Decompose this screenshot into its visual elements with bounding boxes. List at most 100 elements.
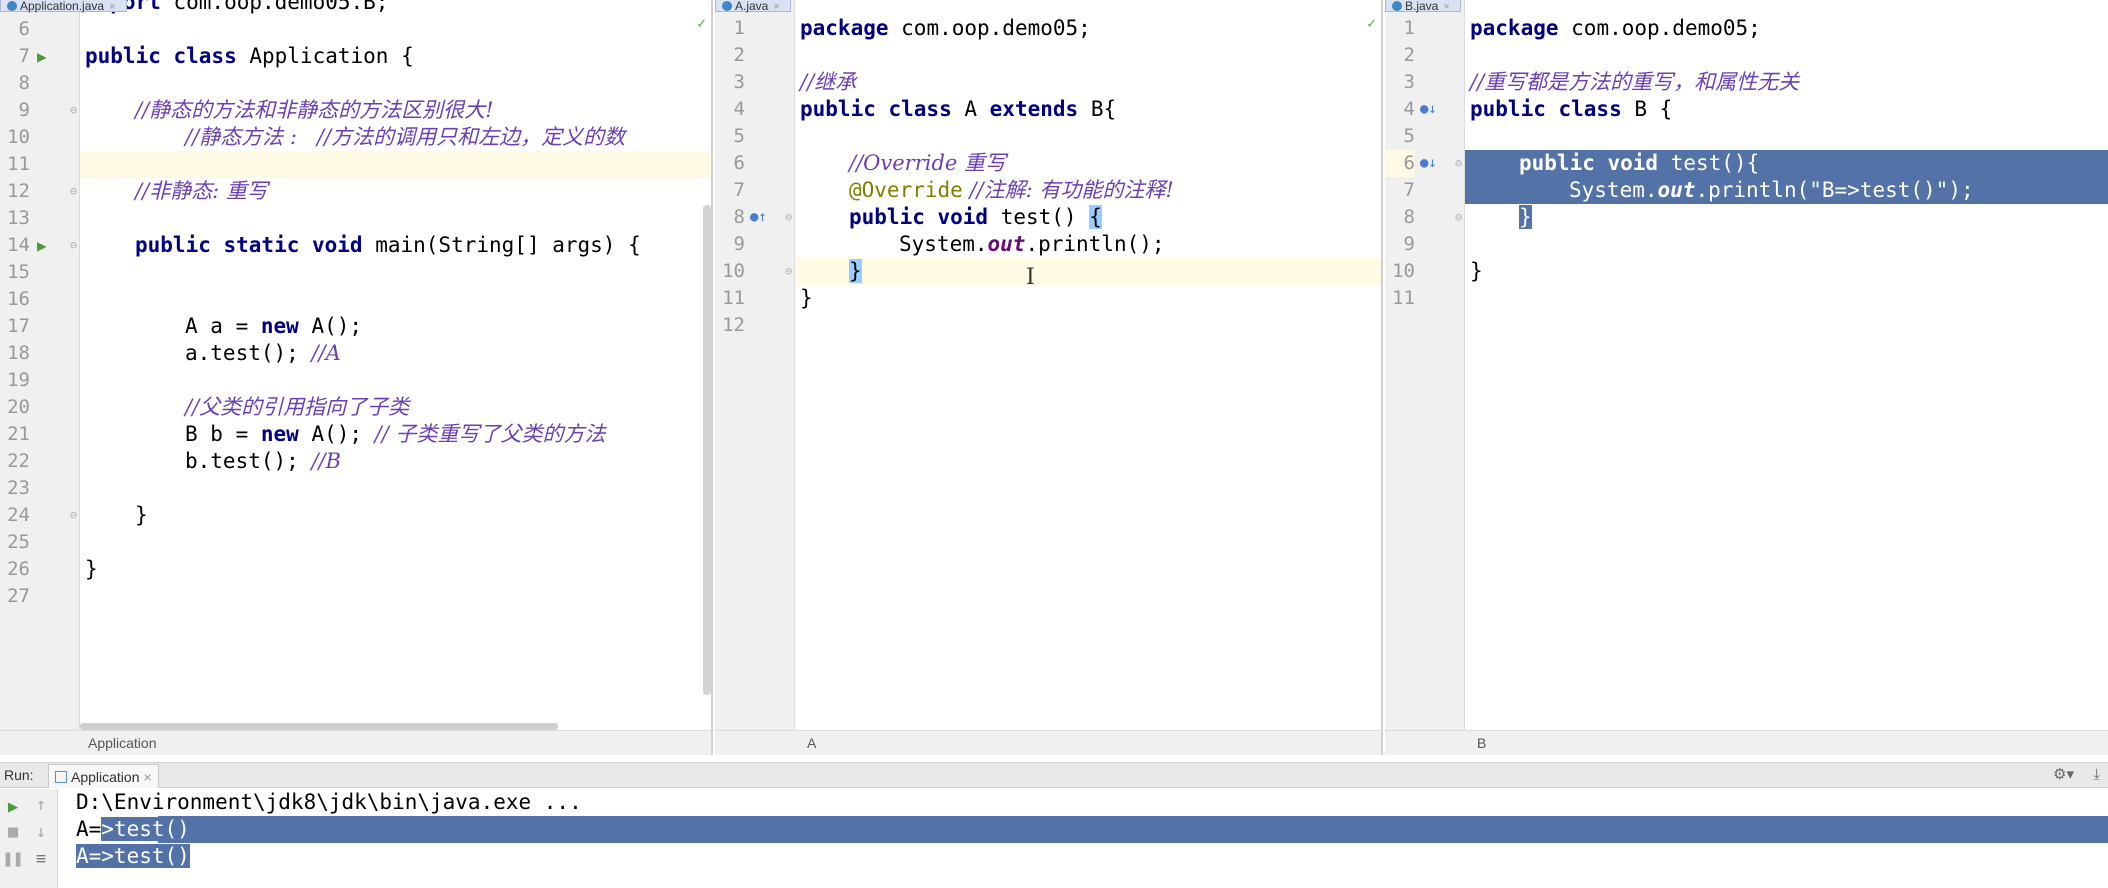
line-number: 2 xyxy=(1403,44,1415,66)
horizontal-scrollbar[interactable] xyxy=(80,723,558,730)
line-number: 4 xyxy=(1403,98,1415,120)
run-tab-application[interactable]: Application × xyxy=(48,764,159,788)
code-area[interactable]: import com.oop.demo05.B; public class Ap… xyxy=(80,0,711,732)
line-number: 18 xyxy=(7,342,30,364)
java-class-icon xyxy=(722,1,732,11)
line-number: 5 xyxy=(1403,125,1415,147)
fold-icon[interactable]: ⊖ xyxy=(70,178,77,205)
editor-a[interactable]: A.java × ✓ 1 2 3 4 5 6 7 8 9 10 11 12 ●↑ … xyxy=(715,0,1383,755)
line-number: 2 xyxy=(733,44,745,66)
code-area[interactable]: package com.oop.demo05; //继承 public clas… xyxy=(795,0,1381,730)
close-icon[interactable]: × xyxy=(144,769,152,785)
fold-icon[interactable]: ⊖ xyxy=(1455,204,1462,231)
line-number: 6 xyxy=(733,152,745,174)
overridden-method-icon[interactable]: ●↓ xyxy=(1420,150,1437,177)
check-icon: ✓ xyxy=(697,14,707,32)
breadcrumb[interactable]: Application xyxy=(0,730,711,755)
line-number: 13 xyxy=(7,207,30,229)
code-line: public void test() { xyxy=(849,205,1102,229)
line-number: 3 xyxy=(733,71,745,93)
line-number: 10 xyxy=(1392,260,1415,282)
line-number: 24 xyxy=(7,504,30,526)
line-number: 11 xyxy=(7,153,30,175)
soft-wrap-icon[interactable]: ≡ xyxy=(30,849,52,869)
breadcrumb[interactable]: B xyxy=(1385,730,2108,755)
code-line: B b = new A(); // 子类重写了父类的方法 xyxy=(185,422,606,446)
editor-application[interactable]: Application.java× ✓ 5 6 7 8 9 10 11 12 1… xyxy=(0,0,713,755)
line-number: 9 xyxy=(1403,233,1415,255)
code-line: package com.oop.demo05; xyxy=(1470,16,1761,40)
run-panel-header: Run: Application × ⚙▾ ⤓ xyxy=(0,762,2108,788)
hide-panel-icon[interactable]: ⤓ xyxy=(2093,763,2100,787)
close-icon[interactable]: × xyxy=(1443,1,1449,13)
code-line: //重写都是方法的重写，和属性无关 xyxy=(1470,70,1800,94)
line-number: 19 xyxy=(7,369,30,391)
editor-b[interactable]: B.java × 1 2 3 4 5 6 7 8 9 10 11 ●↓ ●↓ ⊖ … xyxy=(1385,0,2108,755)
line-number: 14 xyxy=(7,234,30,256)
rerun-icon[interactable]: ▶ xyxy=(2,797,24,817)
line-number: 10 xyxy=(7,126,30,148)
gutter: 1 2 3 4 5 6 7 8 9 10 11 12 ●↑ ⊖ ⊖ xyxy=(715,0,795,730)
console-line: A=>test() xyxy=(76,817,190,841)
tab-b-java[interactable]: B.java × xyxy=(1385,0,1461,13)
code-line: package com.oop.demo05; xyxy=(800,16,1091,40)
fold-icon[interactable]: ⊖ xyxy=(70,502,77,529)
code-line: //静态的方法和非静态的方法区别很大! xyxy=(135,98,494,122)
line-number: 1 xyxy=(733,17,745,39)
line-number: 12 xyxy=(7,180,30,202)
fold-icon[interactable]: ⊖ xyxy=(785,204,792,231)
vertical-scrollbar[interactable] xyxy=(703,205,711,695)
gear-icon[interactable]: ⚙▾ xyxy=(2053,763,2074,787)
tab-application-java[interactable]: Application.java × xyxy=(0,0,127,13)
down-arrow-icon[interactable]: ↓ xyxy=(30,822,52,842)
line-number: 8 xyxy=(18,72,30,94)
code-line: } xyxy=(1470,259,1483,283)
code-line-selected: } xyxy=(1519,205,1532,229)
line-number: 7 xyxy=(733,179,745,201)
line-number: 4 xyxy=(733,98,745,120)
line-number: 10 xyxy=(722,260,745,282)
fold-icon[interactable]: ⊖ xyxy=(785,258,792,285)
stop-icon[interactable]: ■ xyxy=(2,822,24,842)
close-icon[interactable]: × xyxy=(773,1,779,13)
line-number: 7 xyxy=(18,45,30,67)
run-gutter-icon[interactable]: ▶ xyxy=(37,43,47,70)
code-line: b.test(); //B xyxy=(185,449,342,473)
pause-icon[interactable]: ❚❚ xyxy=(2,849,24,869)
line-number: 6 xyxy=(1385,150,1415,177)
code-line: //非静态: 重写 xyxy=(135,179,268,203)
code-line: } xyxy=(85,557,98,581)
line-number: 12 xyxy=(722,314,745,336)
code-line-selected: public void test(){ xyxy=(1465,150,2108,177)
line-number: 5 xyxy=(733,125,745,147)
code-line: //父类的引用指向了子类 xyxy=(185,395,410,419)
tab-a-java[interactable]: A.java × xyxy=(715,0,791,13)
line-number: 11 xyxy=(722,287,745,309)
code-line: public class A extends B{ xyxy=(800,97,1117,121)
line-number: 17 xyxy=(7,315,30,337)
breadcrumb[interactable]: A xyxy=(715,730,1381,755)
overrides-method-icon[interactable]: ●↑ xyxy=(750,204,767,231)
run-gutter-icon[interactable]: ▶ xyxy=(37,232,47,259)
close-icon[interactable]: × xyxy=(109,1,115,13)
fold-icon[interactable]: ⊖ xyxy=(70,232,77,259)
line-number: 21 xyxy=(7,423,30,445)
text-cursor-icon: I xyxy=(1026,265,1035,290)
up-arrow-icon[interactable]: ↑ xyxy=(30,795,52,815)
line-number: 26 xyxy=(7,558,30,580)
code-line-current: } xyxy=(795,258,1381,285)
line-number: 16 xyxy=(7,288,30,310)
line-number: 3 xyxy=(1403,71,1415,93)
java-class-icon xyxy=(1392,1,1402,11)
code-area[interactable]: package com.oop.demo05; //重写都是方法的重写，和属性无… xyxy=(1465,0,2108,730)
run-label: Run: xyxy=(4,767,34,783)
code-line: public class Application { xyxy=(85,44,414,68)
code-line: System.out.println(); xyxy=(899,232,1165,256)
console-line: A=>test() xyxy=(76,844,190,868)
fold-icon[interactable]: ⊖ xyxy=(1455,150,1462,177)
line-number: 6 xyxy=(18,18,30,40)
fold-icon[interactable]: ⊖ xyxy=(70,97,77,124)
console-output[interactable]: D:\Environment\jdk8\jdk\bin\java.exe ...… xyxy=(58,789,2108,888)
overridden-class-icon[interactable]: ●↓ xyxy=(1420,96,1437,123)
console-command: D:\Environment\jdk8\jdk\bin\java.exe ... xyxy=(76,790,582,814)
